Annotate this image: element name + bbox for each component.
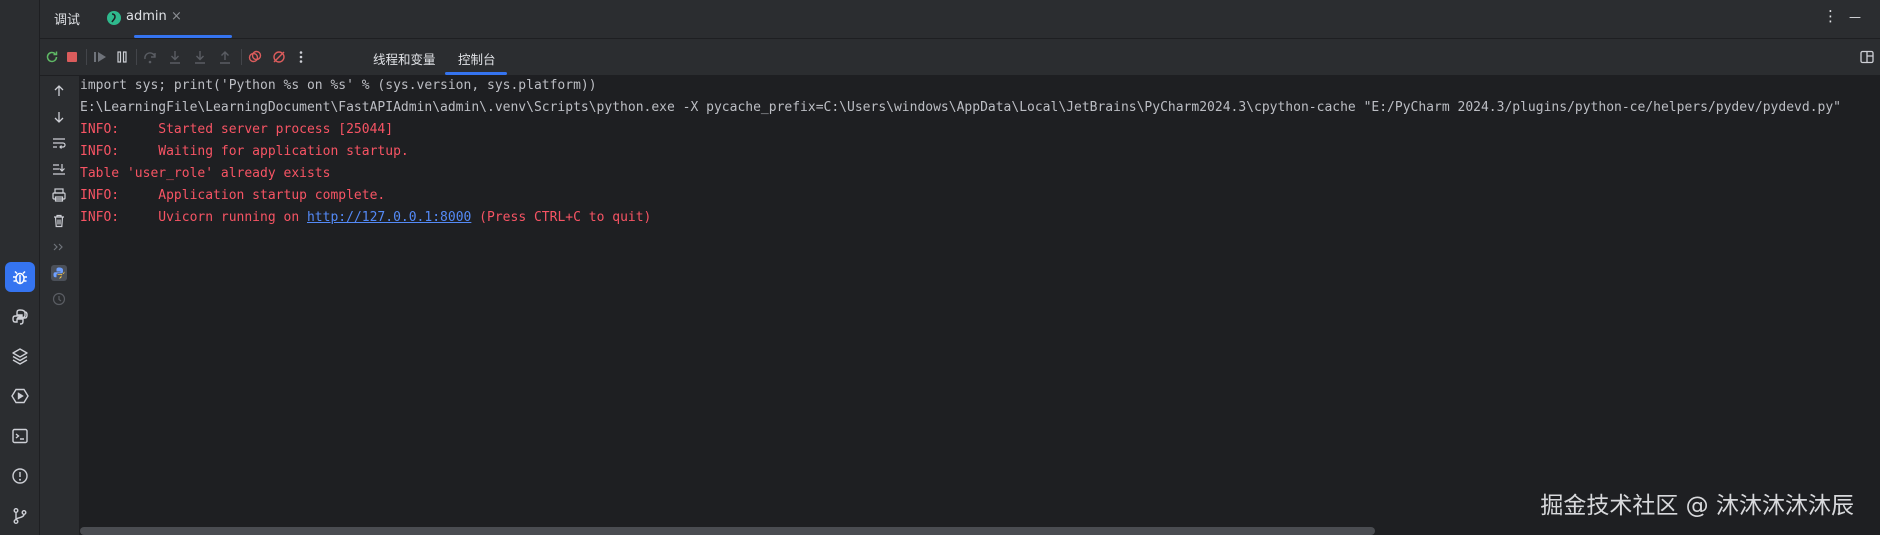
layers-button[interactable] — [5, 341, 35, 371]
terminal-icon — [12, 428, 28, 444]
layout-icon — [1860, 50, 1874, 64]
clock-icon — [52, 292, 66, 306]
double-chevron-right-icon — [51, 239, 67, 255]
warning-circle-icon — [12, 468, 28, 484]
console-line: import sys; print('Python %s on %s' % (s… — [80, 78, 597, 93]
watermark: 掘金技术社区 @ 沐沐沐沐沐辰 — [1540, 493, 1854, 519]
scroll-to-end-icon — [53, 164, 65, 175]
services-button[interactable] — [5, 381, 35, 411]
active-tab-indicator — [134, 35, 232, 38]
git-button[interactable] — [5, 501, 35, 531]
layout-settings-button[interactable] — [1857, 47, 1877, 67]
rerun-button[interactable] — [42, 47, 62, 67]
scroll-up-button[interactable] — [49, 81, 69, 101]
more-actions-button[interactable] — [291, 47, 311, 67]
history-button[interactable] — [49, 289, 69, 309]
console-line-suffix: (Press CTRL+C to quit) — [471, 210, 652, 225]
trash-icon — [54, 214, 64, 228]
tool-window-header: 调试 admin × ⋮ — — [40, 0, 1880, 39]
tab-admin[interactable]: admin — [126, 9, 167, 24]
problems-button[interactable] — [5, 461, 35, 491]
stop-icon — [67, 52, 77, 62]
bug-icon — [13, 270, 27, 285]
python-icon — [12, 309, 28, 325]
debug-toolbar: 线程和变量 控制台 — [40, 39, 1880, 76]
git-branch-icon — [13, 508, 27, 524]
step-into-my-code-icon — [195, 51, 205, 64]
toolbar-separator — [136, 49, 137, 65]
debug-title: 调试 — [54, 13, 81, 28]
step-out-button[interactable] — [215, 47, 235, 67]
console-line-prefix: INFO: Uvicorn running on — [80, 210, 307, 225]
console-line: INFO: Uvicorn running on http://127.0.0.… — [80, 210, 651, 226]
printer-icon — [52, 188, 66, 202]
activity-bar — [0, 0, 40, 535]
soft-wrap-icon — [53, 138, 66, 149]
console-gutter — [40, 76, 80, 535]
python-console-icon — [51, 265, 67, 281]
rerun-icon — [46, 51, 58, 63]
minimize-icon[interactable]: — — [1849, 10, 1861, 24]
more-vertical-icon — [299, 51, 303, 63]
stop-button[interactable] — [62, 47, 82, 67]
mute-breakpoints-icon — [273, 51, 285, 63]
server-url-link[interactable]: http://127.0.0.1:8000 — [307, 210, 471, 225]
terminal-button[interactable] — [5, 421, 35, 451]
python-console-toggle[interactable] — [49, 263, 69, 283]
close-tab-icon[interactable]: × — [171, 9, 182, 24]
step-over-button[interactable] — [140, 47, 160, 67]
step-into-button[interactable] — [165, 47, 185, 67]
step-out-icon — [220, 51, 230, 64]
python-run-config-icon — [106, 10, 122, 26]
scroll-to-end-button[interactable] — [49, 159, 69, 179]
step-over-icon — [144, 52, 156, 64]
soft-wrap-button[interactable] — [49, 133, 69, 153]
resume-icon — [94, 52, 106, 62]
scroll-down-button[interactable] — [49, 107, 69, 127]
clear-all-button[interactable] — [49, 211, 69, 231]
arrow-up-icon — [54, 85, 64, 96]
resume-button[interactable] — [90, 47, 110, 67]
toolbar-separator — [241, 49, 242, 65]
active-tab-indicator — [445, 72, 507, 75]
expand-more-button[interactable] — [49, 237, 69, 257]
pause-button[interactable] — [112, 47, 132, 67]
pause-icon — [117, 51, 127, 63]
services-icon — [11, 388, 29, 404]
console-line: INFO: Waiting for application startup. — [80, 144, 409, 159]
mute-breakpoints-button[interactable] — [269, 47, 289, 67]
arrow-down-icon — [54, 112, 64, 123]
console-line: E:\LearningFile\LearningDocument\FastAPI… — [80, 100, 1841, 115]
print-button[interactable] — [49, 185, 69, 205]
layers-icon — [12, 348, 28, 365]
view-breakpoints-button[interactable] — [245, 47, 265, 67]
step-into-my-code-button[interactable] — [190, 47, 210, 67]
toolbar-separator — [86, 49, 87, 65]
console-output[interactable]: import sys; print('Python %s on %s' % (s… — [80, 76, 1880, 528]
python-console-button[interactable] — [5, 302, 35, 332]
tab-threads-variables[interactable]: 线程和变量 — [373, 49, 436, 68]
console-line: Table 'user_role' already exists — [80, 166, 331, 181]
more-options-icon[interactable]: ⋮ — [1823, 7, 1838, 25]
breakpoints-icon — [248, 50, 262, 63]
debug-tool-button[interactable] — [5, 262, 35, 292]
console-line: INFO: Started server process [25044] — [80, 122, 394, 137]
step-into-icon — [170, 51, 180, 64]
console-line: INFO: Application startup complete. — [80, 188, 386, 203]
tab-console[interactable]: 控制台 — [458, 49, 496, 68]
horizontal-scrollbar[interactable] — [80, 527, 1375, 535]
